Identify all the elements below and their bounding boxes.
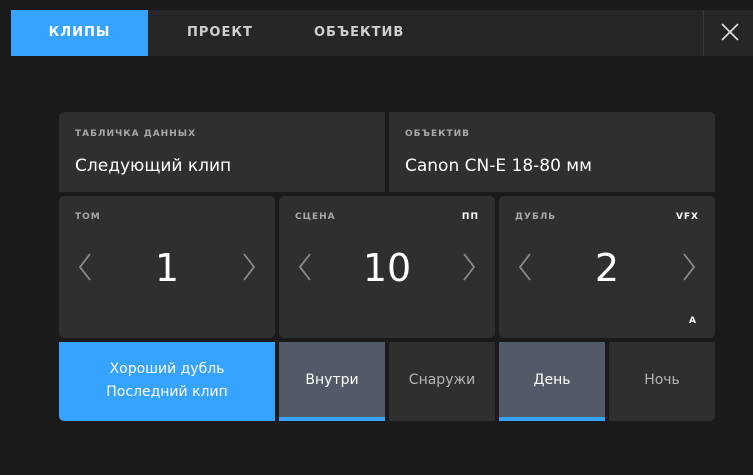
take-label: ДУБЛЬ — [515, 212, 557, 222]
close-button[interactable] — [703, 10, 753, 56]
take-suffix: A — [689, 316, 697, 326]
lens-label: ОБЪЕКТИВ — [405, 129, 471, 139]
night-label: Ночь — [644, 372, 680, 388]
last-clip-label: Последний клип — [106, 384, 228, 400]
chevron-right-icon[interactable] — [681, 252, 697, 282]
night-button[interactable]: Ночь — [609, 342, 715, 421]
scene-panel: СЦЕНА ПП 10 — [279, 196, 495, 338]
scene-pickup-flag[interactable]: ПП — [462, 212, 479, 222]
slate-panel[interactable]: ТАБЛИЧКА ДАННЫХ Следующий клип — [59, 112, 385, 192]
good-take-label: Хороший дубль — [109, 361, 225, 377]
lens-panel[interactable]: ОБЪЕКТИВ Canon CN-E 18-80 мм — [389, 112, 715, 192]
tab-project[interactable]: ПРОЕКТ — [187, 10, 253, 56]
exterior-button[interactable]: Снаружи — [389, 342, 495, 421]
day-button[interactable]: День — [499, 342, 605, 421]
lens-value: Canon CN-E 18-80 мм — [405, 156, 592, 176]
roll-label: ТОМ — [75, 212, 101, 222]
exterior-label: Снаружи — [408, 372, 476, 388]
scene-label: СЦЕНА — [295, 212, 336, 222]
interior-button[interactable]: Внутри — [279, 342, 385, 421]
slate-value: Следующий клип — [75, 156, 232, 176]
roll-panel: ТОМ 1 — [59, 196, 275, 338]
tab-lens[interactable]: ОБЪЕКТИВ — [314, 10, 404, 56]
selected-underline — [499, 417, 605, 421]
chevron-right-icon[interactable] — [461, 252, 477, 282]
take-vfx-flag[interactable]: VFX — [676, 212, 699, 222]
chevron-right-icon[interactable] — [241, 252, 257, 282]
slate-label: ТАБЛИЧКА ДАННЫХ — [75, 129, 197, 139]
slate-screen: КЛИПЫ ПРОЕКТ ОБЪЕКТИВ ТАБЛИЧКА ДАННЫХ Сл… — [11, 10, 753, 475]
selected-underline — [279, 417, 385, 421]
interior-label: Внутри — [305, 372, 359, 388]
close-icon — [721, 23, 739, 41]
day-label: День — [533, 372, 571, 388]
tab-clips[interactable]: КЛИПЫ — [11, 10, 148, 56]
top-tab-bar: КЛИПЫ ПРОЕКТ ОБЪЕКТИВ — [11, 10, 753, 56]
good-take-button[interactable]: Хороший дубль Последний клип — [59, 342, 275, 421]
take-panel: ДУБЛЬ VFX 2 A — [499, 196, 715, 338]
